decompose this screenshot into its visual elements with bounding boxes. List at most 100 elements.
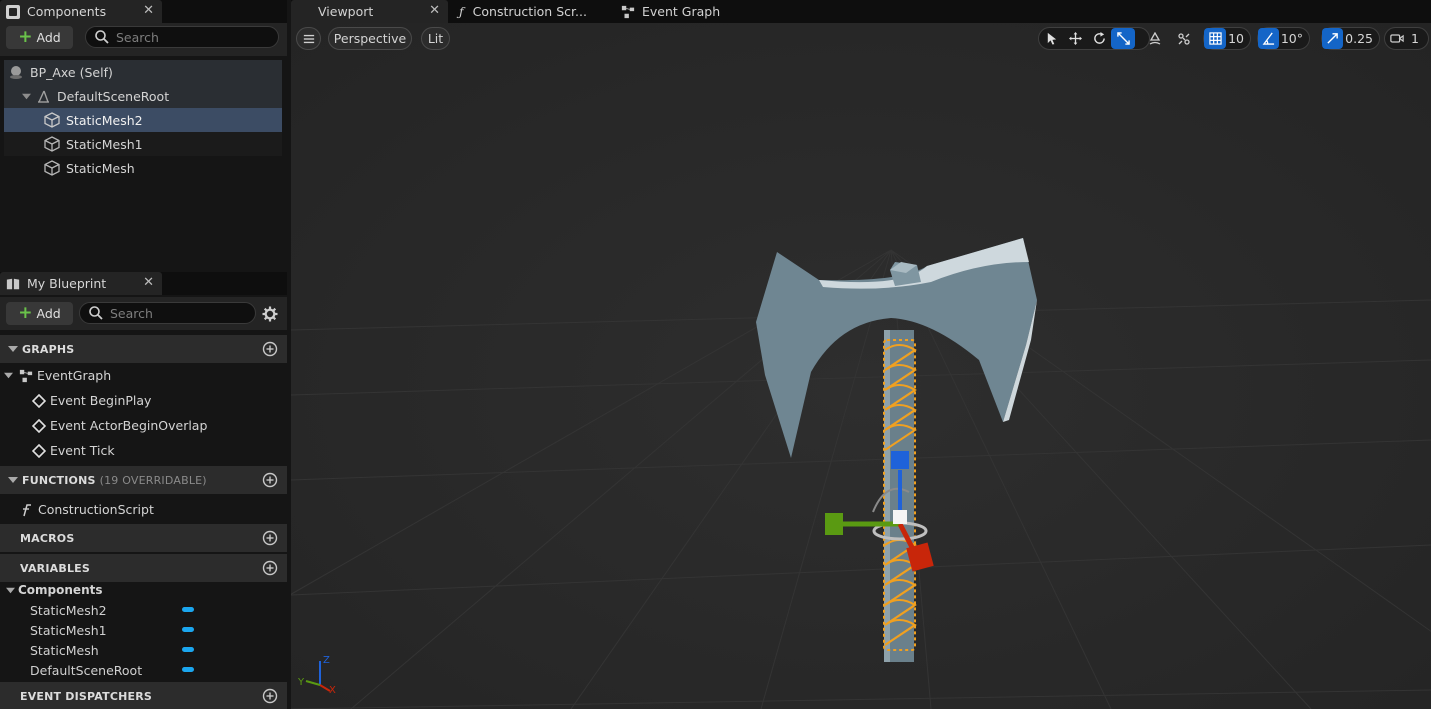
- variable-item-defaultsceneroot[interactable]: DefaultSceneRoot: [0, 660, 287, 680]
- axis-z-label: Z: [323, 655, 330, 666]
- variable-category-components[interactable]: Components: [0, 580, 287, 600]
- search-icon: [95, 30, 109, 44]
- axis-x-label: X: [329, 685, 336, 696]
- tree-item-label: StaticMesh: [66, 160, 135, 176]
- add-circle-icon[interactable]: [262, 688, 278, 704]
- select-tool[interactable]: [1039, 28, 1063, 49]
- tree-item-self[interactable]: BP_Axe (Self): [4, 60, 282, 84]
- event-item-actorbeginoverlap[interactable]: Event ActorBeginOverlap: [0, 413, 287, 438]
- translate-icon: [1068, 32, 1082, 45]
- static-mesh-icon: [44, 160, 60, 176]
- variable-category-label: Components: [18, 583, 103, 597]
- variable-type-pill: [182, 667, 194, 672]
- event-icon: [32, 393, 46, 408]
- menu-icon: [303, 34, 314, 43]
- close-icon[interactable]: ✕: [143, 275, 154, 290]
- event-dispatchers-section-header[interactable]: EVENT DISPATCHERS: [0, 682, 287, 709]
- event-label: Event Tick: [50, 443, 115, 458]
- perspective-button[interactable]: Perspective: [328, 27, 412, 50]
- graph-item-eventgraph[interactable]: EventGraph: [0, 363, 287, 388]
- translate-tool[interactable]: [1063, 28, 1087, 49]
- actor-icon: [10, 66, 22, 79]
- plus-icon: +: [18, 26, 33, 47]
- event-item-beginplay[interactable]: Event BeginPlay: [0, 388, 287, 413]
- scale-tool[interactable]: [1111, 28, 1135, 49]
- add-member-button[interactable]: + Add: [6, 302, 73, 325]
- function-item-constructionscript[interactable]: ConstructionScript: [0, 497, 287, 522]
- variable-item-staticmesh[interactable]: StaticMesh: [0, 640, 287, 660]
- axis-indicator: Z X Y: [297, 655, 336, 696]
- graphs-section-header[interactable]: GRAPHS: [0, 335, 287, 363]
- axis-y-label: Y: [297, 677, 305, 688]
- variable-label: StaticMesh: [30, 642, 99, 658]
- chevron-down-icon[interactable]: [22, 92, 31, 101]
- event-item-tick[interactable]: Event Tick: [0, 438, 287, 463]
- world-local-button[interactable]: [1172, 27, 1200, 50]
- viewport-scene[interactable]: [291, 0, 1431, 709]
- lit-button[interactable]: Lit: [421, 27, 450, 50]
- add-circle-icon[interactable]: [262, 341, 278, 357]
- blueprint-toolbar: + Add Search: [0, 297, 287, 330]
- grid-snap-group[interactable]: 10: [1203, 27, 1251, 50]
- add-circle-icon[interactable]: [262, 530, 278, 546]
- close-icon[interactable]: ✕: [429, 3, 440, 18]
- viewport-tab-label: Viewport: [318, 4, 374, 19]
- event-icon: [32, 443, 46, 458]
- grid-icon: [1208, 32, 1222, 45]
- camera-speed-button[interactable]: 1: [1384, 27, 1429, 50]
- graph-icon: [19, 369, 33, 382]
- scale-snap-icon: [1327, 33, 1338, 44]
- functions-section-header[interactable]: FUNCTIONS (19 OVERRIDABLE): [0, 466, 287, 494]
- tree-item-staticmesh1[interactable]: StaticMesh1: [4, 132, 282, 156]
- perspective-label: Perspective: [333, 31, 407, 46]
- add-circle-icon[interactable]: [262, 560, 278, 576]
- rotate-tool[interactable]: [1087, 28, 1111, 49]
- rotation-snap-toggle[interactable]: [1258, 28, 1279, 49]
- functions-overridable-count: (19 OVERRIDABLE): [99, 473, 207, 487]
- tree-item-defaultsceneroot[interactable]: DefaultSceneRoot: [4, 84, 282, 108]
- components-search-input[interactable]: Search: [85, 26, 279, 48]
- my-blueprint-tab[interactable]: My Blueprint ✕: [0, 272, 162, 295]
- close-icon[interactable]: ✕: [143, 3, 154, 18]
- tree-item-staticmesh[interactable]: StaticMesh: [4, 156, 282, 180]
- variable-label: StaticMesh1: [30, 622, 107, 638]
- blueprint-icon: [6, 278, 20, 289]
- camera-icon: [1390, 34, 1404, 43]
- event-graph-tab-label: Event Graph: [642, 4, 721, 19]
- variable-item-staticmesh1[interactable]: StaticMesh1: [0, 620, 287, 640]
- search-icon: [89, 306, 103, 320]
- add-circle-icon[interactable]: [262, 472, 278, 488]
- tree-item-staticmesh2[interactable]: StaticMesh2: [4, 108, 282, 132]
- blueprint-search-input[interactable]: Search: [79, 302, 256, 324]
- event-label: Event ActorBeginOverlap: [50, 418, 208, 433]
- components-tab[interactable]: Components ✕: [0, 0, 162, 23]
- macros-section-header[interactable]: MACROS: [0, 524, 287, 552]
- rotation-snap-group[interactable]: 10°: [1257, 27, 1310, 50]
- variables-section-header[interactable]: VARIABLES: [0, 554, 287, 582]
- variable-item-staticmesh2[interactable]: StaticMesh2: [0, 600, 287, 620]
- angle-icon: [1262, 32, 1274, 45]
- tab-viewport[interactable]: Viewport ✕: [291, 0, 448, 23]
- add-component-button[interactable]: + Add: [6, 26, 73, 49]
- grid-snap-toggle[interactable]: [1204, 28, 1227, 49]
- variable-type-pill: [182, 627, 194, 632]
- scale-snap-group[interactable]: 0.25: [1321, 27, 1380, 50]
- static-mesh-icon: [44, 112, 60, 128]
- select-icon: [1047, 32, 1056, 45]
- variables-header-label: VARIABLES: [20, 561, 90, 575]
- graphs-header-label: GRAPHS: [22, 342, 75, 356]
- surface-snap-button[interactable]: [1143, 27, 1171, 50]
- tab-construction-script[interactable]: ƒ Construction Scr...: [459, 0, 609, 23]
- viewport-menu-button[interactable]: [296, 27, 321, 50]
- settings-icon[interactable]: [262, 306, 278, 322]
- static-mesh-icon: [44, 136, 60, 152]
- grid-snap-value: 10: [1228, 31, 1244, 46]
- event-label: Event BeginPlay: [50, 393, 152, 408]
- components-icon: [6, 4, 20, 19]
- search-placeholder: Search: [116, 29, 159, 45]
- tree-item-label: BP_Axe (Self): [30, 64, 113, 80]
- tree-item-label: StaticMesh1: [66, 136, 143, 152]
- variable-type-pill: [182, 647, 194, 652]
- scale-snap-toggle[interactable]: [1322, 28, 1344, 49]
- tab-event-graph[interactable]: Event Graph: [621, 0, 761, 23]
